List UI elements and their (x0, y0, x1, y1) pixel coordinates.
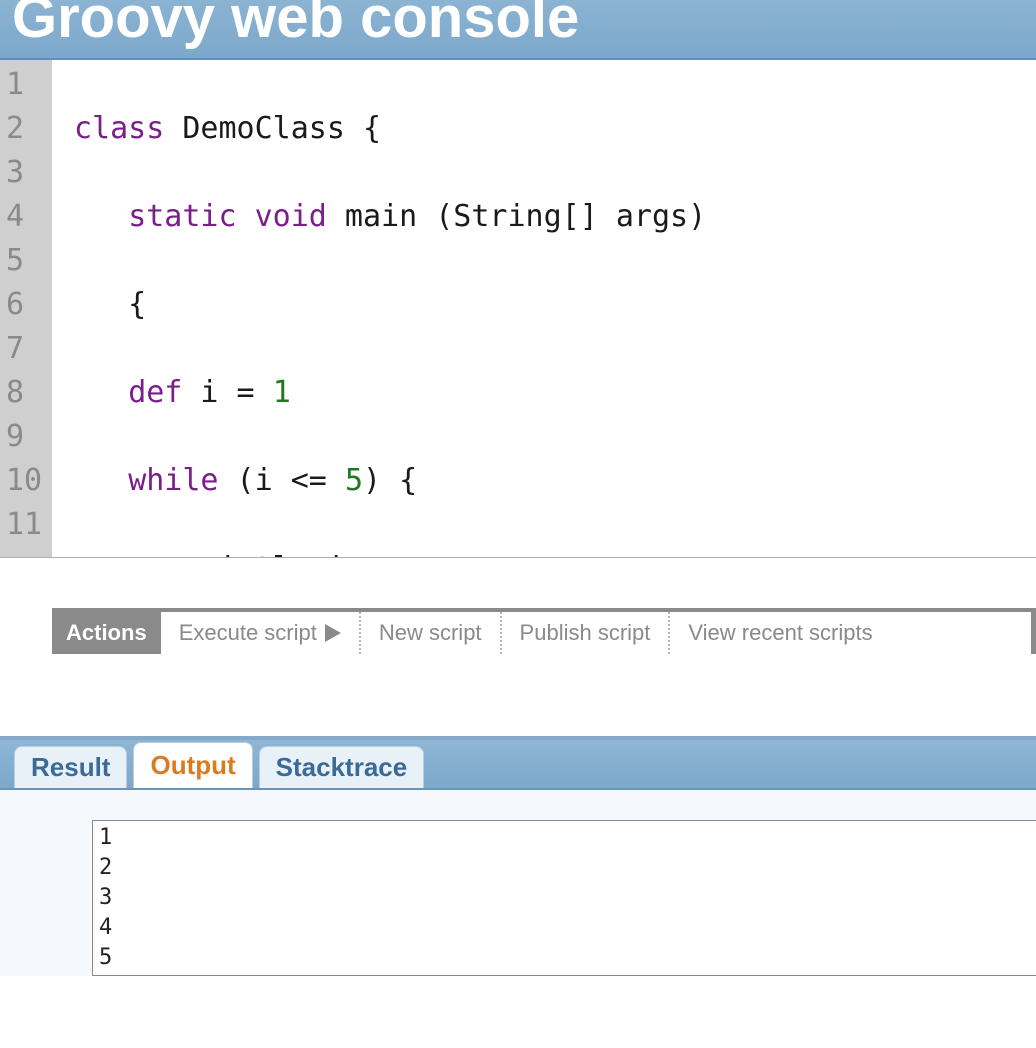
line-number: 11 (6, 503, 46, 547)
publish-script-button[interactable]: Publish script (502, 612, 671, 654)
action-label: View recent scripts (688, 620, 872, 646)
line-number: 6 (6, 283, 46, 327)
console-output: 1 2 3 4 5 (92, 820, 1036, 976)
action-label: Publish script (520, 620, 651, 646)
tab-stacktrace[interactable]: Stacktrace (259, 746, 425, 788)
app-header: Groovy web console (0, 0, 1036, 60)
app-title: Groovy web console (12, 0, 1024, 50)
line-number: 5 (6, 239, 46, 283)
code-line: { (74, 283, 1036, 327)
action-label: New script (379, 620, 482, 646)
new-script-button[interactable]: New script (361, 612, 502, 654)
code-line: def i = 1 (74, 371, 1036, 415)
view-recent-scripts-button[interactable]: View recent scripts (670, 612, 890, 654)
line-number: 4 (6, 195, 46, 239)
line-number: 3 (6, 151, 46, 195)
tab-result[interactable]: Result (14, 746, 127, 788)
action-label: Execute script (179, 620, 317, 646)
play-icon (325, 624, 341, 642)
line-number-gutter: 1 2 3 4 5 6 7 8 9 10 11 (0, 60, 52, 557)
line-number: 9 (6, 415, 46, 459)
line-number: 7 (6, 327, 46, 371)
line-number: 10 (6, 459, 46, 503)
output-body: 1 2 3 4 5 (0, 790, 1036, 976)
code-area[interactable]: class DemoClass { static void main (Stri… (52, 60, 1036, 557)
output-panel: Result Output Stacktrace 1 2 3 4 5 (0, 736, 1036, 976)
code-line: println i (74, 547, 1036, 558)
code-line: class DemoClass { (74, 107, 1036, 151)
line-number: 2 (6, 107, 46, 151)
output-tabs: Result Output Stacktrace (0, 740, 1036, 790)
code-line: while (i <= 5) { (74, 459, 1036, 503)
execute-script-button[interactable]: Execute script (161, 612, 361, 654)
tab-output[interactable]: Output (133, 742, 252, 788)
line-number: 1 (6, 63, 46, 107)
line-number: 8 (6, 371, 46, 415)
code-line: static void main (String[] args) (74, 195, 1036, 239)
actions-label: Actions (52, 612, 161, 654)
code-editor[interactable]: 1 2 3 4 5 6 7 8 9 10 11 class DemoClass … (0, 60, 1036, 558)
actions-toolbar: Actions Execute script New script Publis… (52, 608, 1036, 654)
